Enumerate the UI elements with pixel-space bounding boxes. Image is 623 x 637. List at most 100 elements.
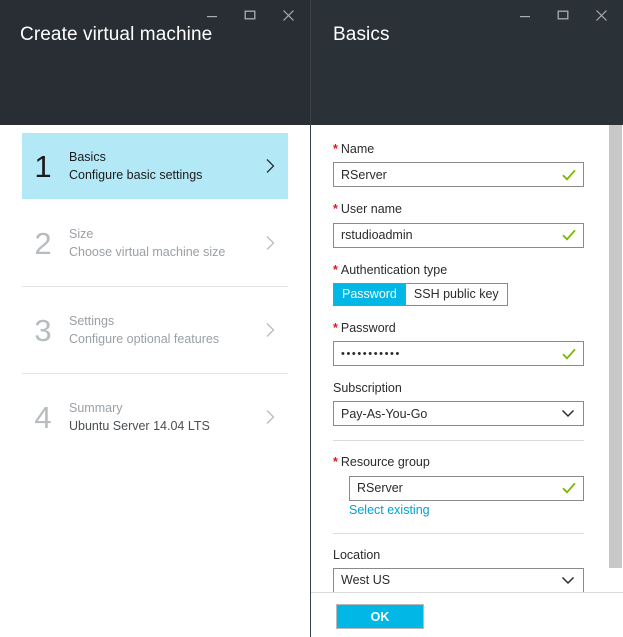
field-location: Location West US bbox=[333, 547, 584, 593]
auth-option-password[interactable]: Password bbox=[334, 283, 405, 305]
maximize-icon bbox=[557, 10, 569, 20]
field-subscription: Subscription Pay-As-You-Go bbox=[333, 380, 584, 427]
step-number: 1 bbox=[34, 148, 52, 184]
minimize-icon bbox=[207, 16, 217, 18]
valid-check-icon bbox=[562, 482, 583, 494]
required-asterisk: * bbox=[333, 202, 338, 217]
select-existing-link[interactable]: Select existing bbox=[349, 503, 430, 517]
location-selected-value: West US bbox=[341, 573, 391, 588]
maximize-button[interactable] bbox=[549, 2, 577, 28]
valid-check-icon bbox=[562, 348, 583, 360]
valid-check-icon bbox=[562, 229, 583, 241]
chevron-down-icon bbox=[561, 576, 583, 585]
password-input[interactable]: ••••••••••• bbox=[333, 341, 584, 366]
step-subtitle: Ubuntu Server 14.04 LTS bbox=[69, 419, 210, 433]
password-label: * Password bbox=[333, 320, 584, 336]
step-number: 3 bbox=[34, 312, 52, 348]
wizard-step-size[interactable]: 2 Size Choose virtual machine size bbox=[22, 210, 288, 276]
basics-form: * Name RServer * User name rstudioadmin … bbox=[311, 125, 606, 593]
close-icon bbox=[282, 9, 294, 21]
required-asterisk: * bbox=[333, 320, 338, 335]
chevron-right-icon bbox=[265, 322, 288, 338]
name-label-text: Name bbox=[340, 142, 375, 156]
step-text: Summary Ubuntu Server 14.04 LTS bbox=[64, 399, 265, 435]
scrollbar-thumb[interactable] bbox=[609, 125, 622, 568]
authentication-type-label: * Authentication type bbox=[333, 262, 584, 278]
step-title: Settings bbox=[69, 313, 115, 328]
field-password: * Password ••••••••••• bbox=[333, 320, 584, 366]
step-subtitle: Configure basic settings bbox=[69, 168, 203, 182]
step-text: Basics Configure basic settings bbox=[64, 148, 265, 184]
subscription-label: Subscription bbox=[333, 381, 402, 395]
step-divider bbox=[22, 286, 288, 287]
authentication-type-label-text: Authentication type bbox=[340, 262, 448, 277]
wizard-step-summary[interactable]: 4 Summary Ubuntu Server 14.04 LTS bbox=[22, 384, 288, 450]
user-name-input[interactable]: rstudioadmin bbox=[333, 222, 584, 248]
required-asterisk: * bbox=[333, 455, 338, 470]
step-subtitle: Choose virtual machine size bbox=[69, 245, 226, 259]
name-label: * Name bbox=[333, 141, 584, 157]
close-button[interactable] bbox=[587, 2, 615, 28]
chevron-right-icon bbox=[265, 409, 288, 425]
auth-option-ssh-public-key[interactable]: SSH public key bbox=[404, 283, 507, 305]
required-asterisk: * bbox=[333, 262, 338, 277]
required-asterisk: * bbox=[333, 142, 338, 156]
name-input-value: RServer bbox=[341, 167, 387, 182]
chevron-right-icon bbox=[265, 235, 288, 251]
wizard-step-basics[interactable]: 1 Basics Configure basic settings bbox=[22, 133, 288, 199]
close-button[interactable] bbox=[274, 2, 302, 28]
maximize-button[interactable] bbox=[236, 2, 264, 28]
wizard-step-settings[interactable]: 3 Settings Configure optional features bbox=[22, 297, 288, 363]
maximize-icon bbox=[244, 10, 256, 20]
ok-button[interactable]: OK bbox=[336, 604, 424, 629]
name-input[interactable]: RServer bbox=[333, 162, 584, 188]
page-title: Create virtual machine bbox=[20, 24, 213, 45]
left-titlebar: Create virtual machine bbox=[0, 0, 310, 125]
azure-create-vm-screen: Create virtual machine 1 Basics Configur… bbox=[0, 0, 623, 637]
blade-title: Basics bbox=[333, 24, 390, 45]
blade-footer: OK bbox=[311, 592, 623, 637]
resource-group-input[interactable]: RServer bbox=[349, 475, 584, 501]
step-title: Basics bbox=[69, 149, 106, 164]
step-title: Summary bbox=[69, 400, 123, 415]
minimize-button[interactable] bbox=[511, 2, 539, 28]
form-divider bbox=[333, 532, 584, 534]
user-name-label: * User name bbox=[333, 201, 584, 217]
valid-check-icon bbox=[562, 169, 583, 181]
chevron-down-icon bbox=[561, 409, 583, 418]
left-window-controls bbox=[198, 0, 302, 30]
resource-group-label-text: Resource group bbox=[340, 455, 430, 470]
resource-group-label: * Resource group bbox=[333, 454, 584, 470]
create-virtual-machine-panel: Create virtual machine 1 Basics Configur… bbox=[0, 0, 310, 637]
resource-group-input-value: RServer bbox=[357, 481, 403, 495]
basics-panel: Basics * Name RServer * User name rstudi… bbox=[310, 0, 623, 637]
field-resource-group: * Resource group RServer Select existing bbox=[333, 454, 584, 518]
field-user-name: * User name rstudioadmin bbox=[333, 201, 584, 248]
location-select[interactable]: West US bbox=[333, 567, 584, 593]
subscription-select[interactable]: Pay-As-You-Go bbox=[333, 401, 584, 427]
step-number: 4 bbox=[34, 399, 52, 435]
chevron-right-icon bbox=[265, 158, 288, 174]
password-input-value: ••••••••••• bbox=[341, 347, 401, 360]
subscription-selected-value: Pay-As-You-Go bbox=[341, 406, 428, 421]
user-name-input-value: rstudioadmin bbox=[341, 228, 413, 242]
step-title: Size bbox=[69, 226, 94, 241]
form-divider bbox=[333, 440, 584, 442]
field-authentication-type: * Authentication type Password SSH public… bbox=[333, 262, 584, 306]
step-divider bbox=[22, 373, 288, 374]
right-titlebar: Basics bbox=[311, 0, 623, 125]
form-scroll-area: * Name RServer * User name rstudioadmin … bbox=[311, 125, 623, 593]
step-number: 2 bbox=[34, 225, 52, 261]
form-scrollbar[interactable] bbox=[608, 125, 623, 593]
location-label: Location bbox=[333, 547, 381, 562]
field-name: * Name RServer bbox=[333, 141, 584, 188]
user-name-label-text: User name bbox=[340, 202, 403, 217]
step-text: Settings Configure optional features bbox=[64, 312, 265, 348]
minimize-icon bbox=[520, 16, 530, 18]
close-icon bbox=[595, 9, 607, 21]
step-subtitle: Configure optional features bbox=[69, 332, 220, 346]
wizard-steps: 1 Basics Configure basic settings 2 Size… bbox=[0, 125, 310, 450]
step-text: Size Choose virtual machine size bbox=[64, 225, 265, 261]
authentication-type-toggle[interactable]: Password SSH public key bbox=[333, 282, 508, 306]
